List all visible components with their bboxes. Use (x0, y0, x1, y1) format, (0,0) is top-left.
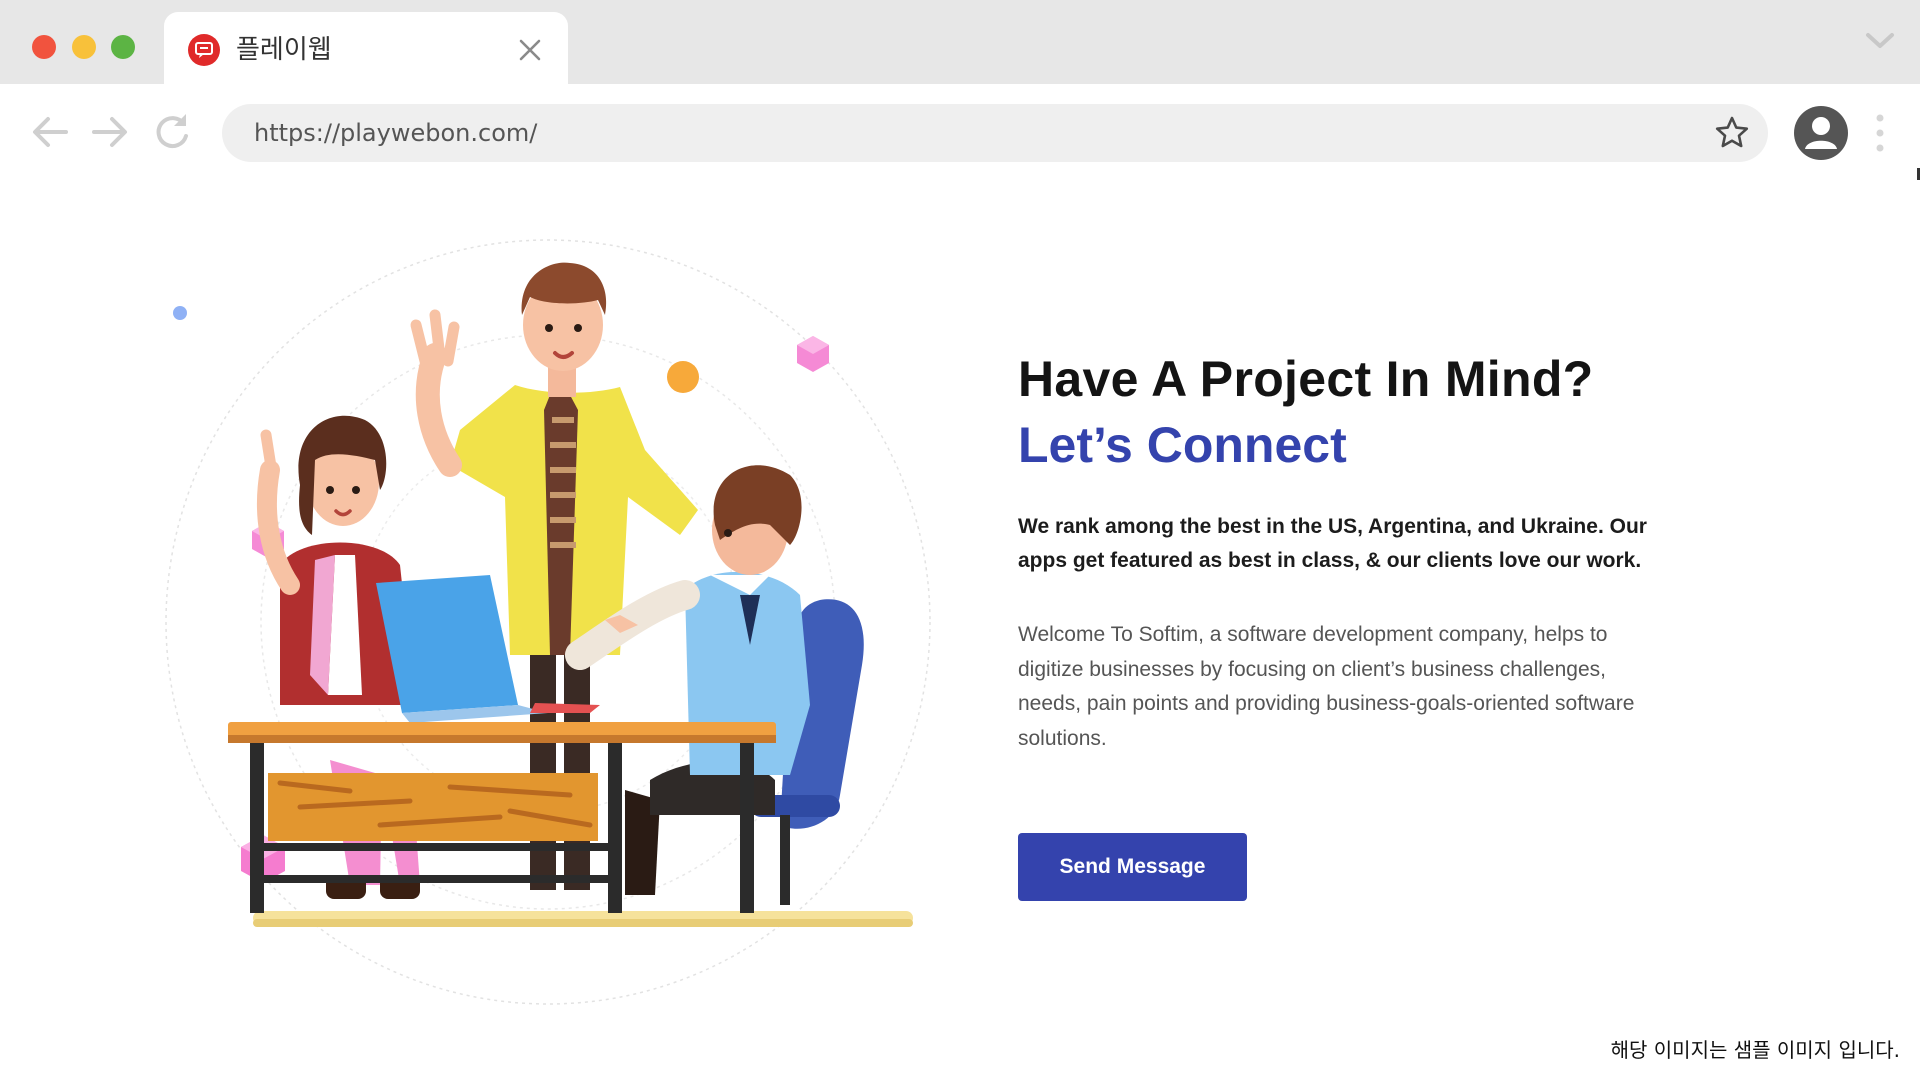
user-icon[interactable] (1794, 106, 1848, 160)
window-close-button[interactable] (32, 35, 56, 59)
heading-primary: Have A Project In Mind? (1018, 351, 1594, 407)
more-vertical-icon[interactable] (1872, 112, 1888, 154)
reload-icon[interactable] (150, 110, 194, 154)
chat-bubble-icon (188, 34, 220, 66)
browser-toolbar: https://playwebon.com/ (0, 84, 1920, 264)
browser-tab[interactable]: 플레이웹 (164, 12, 568, 84)
window-maximize-button[interactable] (111, 35, 135, 59)
arrow-right-icon[interactable] (88, 110, 132, 154)
chevron-down-icon[interactable] (1864, 30, 1896, 52)
url-text[interactable]: https://playwebon.com/ (254, 104, 537, 162)
arrow-left-icon[interactable] (28, 110, 72, 154)
lead-paragraph: We rank among the best in the US, Argent… (1018, 515, 1647, 572)
star-icon[interactable] (1714, 115, 1750, 151)
tab-close-icon[interactable] (514, 34, 546, 66)
tab-title: 플레이웹 (236, 35, 332, 65)
body-paragraph: Welcome To Softim, a software developmen… (1018, 623, 1635, 750)
address-bar[interactable]: https://playwebon.com/ (222, 104, 1768, 162)
window-minimize-button[interactable] (72, 35, 96, 59)
team-meeting-illustration (165, 239, 931, 1005)
browser-titlebar: 플레이웹 (0, 0, 1920, 84)
send-message-button[interactable]: Send Message (1018, 833, 1247, 901)
heading-secondary: Let’s Connect (1018, 417, 1347, 473)
page-content: Have A Project In Mind? Let’s Connect We… (0, 180, 1920, 1080)
sample-image-note: 해당 이미지는 샘플 이미지 입니다. (1610, 1038, 1900, 1062)
